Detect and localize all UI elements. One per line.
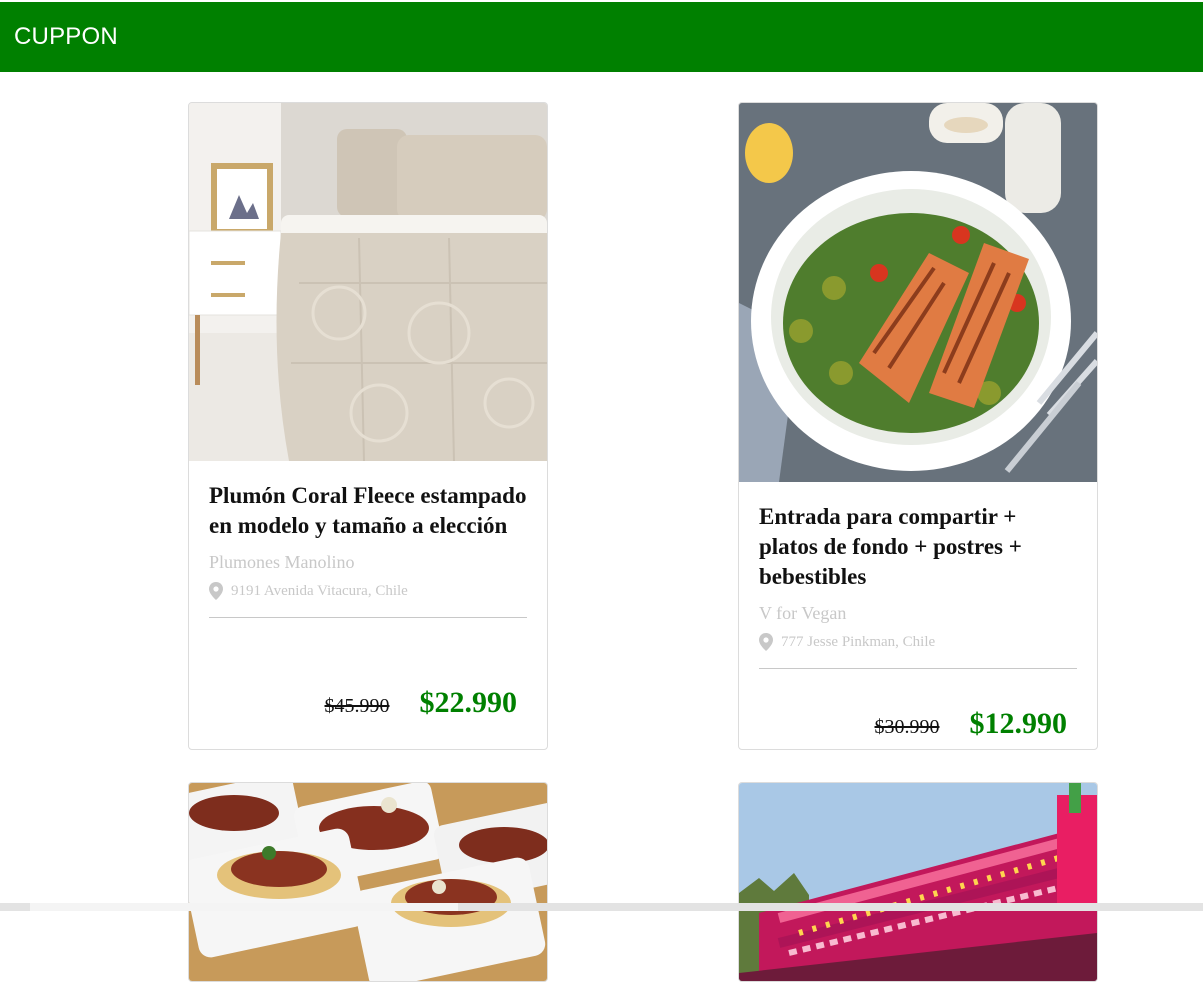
- map-pin-icon: [209, 582, 223, 600]
- deal-image-amusement-ride[interactable]: [739, 783, 1097, 981]
- deal-image-salmon-salad[interactable]: [739, 103, 1097, 482]
- deal-price: $12.990: [969, 707, 1068, 740]
- deal-image-bedding[interactable]: [189, 103, 547, 461]
- price-row: $30.990 $12.990: [875, 707, 1068, 741]
- card-divider: [759, 668, 1077, 669]
- scrollbar-thumb[interactable]: [30, 903, 458, 911]
- original-price: $45.990: [324, 695, 390, 717]
- card-divider: [209, 617, 527, 618]
- deal-location: 9191 Avenida Vitacura, Chile: [209, 581, 527, 601]
- deal-location: 777 Jesse Pinkman, Chile: [759, 632, 1077, 652]
- deal-card[interactable]: [188, 782, 548, 982]
- deal-card[interactable]: Plumón Coral Fleece estampado en modelo …: [188, 102, 548, 750]
- deal-card[interactable]: [738, 782, 1098, 982]
- horizontal-scrollbar[interactable]: [0, 903, 1203, 911]
- price-row: $45.990 $22.990: [325, 686, 518, 720]
- deal-address: 777 Jesse Pinkman, Chile: [781, 634, 936, 650]
- deal-price: $22.990: [419, 686, 518, 719]
- merchant-name: V for Vegan: [759, 603, 847, 623]
- deal-title[interactable]: Plumón Coral Fleece estampado en modelo …: [209, 481, 527, 541]
- map-pin-icon: [759, 633, 773, 651]
- deal-card[interactable]: Entrada para compartir + platos de fondo…: [738, 102, 1098, 750]
- deal-image-spaghetti[interactable]: [189, 783, 547, 981]
- merchant-name: Plumones Manolino: [209, 552, 355, 572]
- header-bar: CUPPON: [0, 2, 1203, 72]
- brand-logo[interactable]: CUPPON: [14, 23, 118, 51]
- deal-address: 9191 Avenida Vitacura, Chile: [231, 583, 408, 599]
- deal-title[interactable]: Entrada para compartir + platos de fondo…: [759, 502, 1077, 592]
- original-price: $30.990: [874, 716, 940, 738]
